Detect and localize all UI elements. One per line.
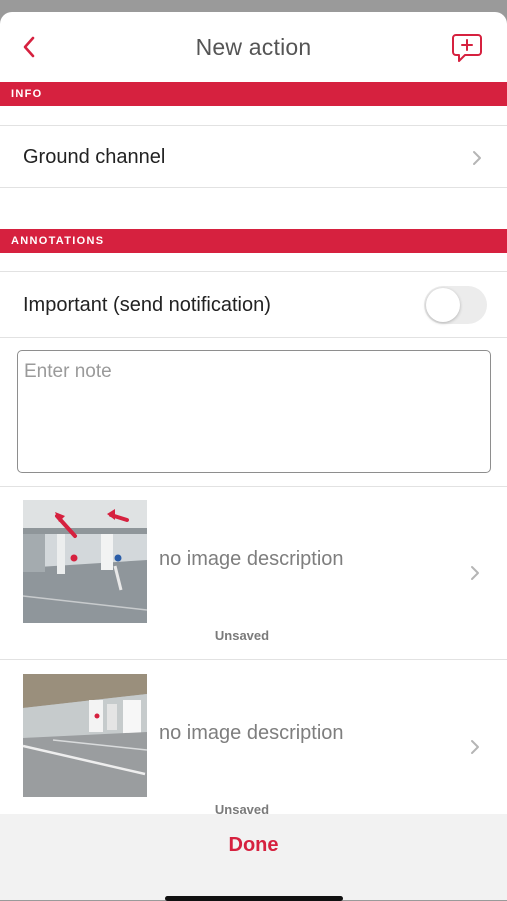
attachment-item[interactable]: no image description Unsaved bbox=[0, 660, 507, 832]
important-toggle[interactable] bbox=[424, 286, 487, 324]
parking-garage-photo bbox=[23, 500, 147, 623]
attachment-item[interactable]: no image description Unsaved bbox=[0, 486, 507, 658]
footer-bar: Done bbox=[0, 814, 507, 901]
annotations-section-header: ANNOTATIONS bbox=[0, 229, 507, 253]
attachment-status: Unsaved bbox=[214, 628, 270, 643]
ground-channel-label: Ground channel bbox=[23, 146, 166, 168]
chevron-right-icon bbox=[471, 740, 479, 754]
chevron-right-icon bbox=[473, 151, 481, 165]
attachment-thumbnail[interactable] bbox=[23, 500, 147, 623]
add-comment-button[interactable] bbox=[448, 30, 486, 66]
important-label: Important (send notification) bbox=[23, 294, 271, 316]
toggle-knob bbox=[426, 288, 460, 322]
done-button[interactable]: Done bbox=[0, 834, 507, 857]
page-title: New action bbox=[195, 34, 312, 60]
attachment-description: no image description bbox=[159, 722, 344, 744]
add-comment-icon bbox=[452, 34, 482, 62]
navigation-bar: New action bbox=[0, 12, 507, 82]
new-action-screen: New action INFO Ground channel ANNOTATIO… bbox=[0, 12, 507, 900]
attachment-description: no image description bbox=[159, 548, 344, 570]
note-input[interactable] bbox=[17, 350, 491, 473]
home-indicator bbox=[165, 896, 343, 901]
parking-garage-photo bbox=[23, 674, 147, 797]
info-section-header: INFO bbox=[0, 82, 507, 106]
ground-channel-row[interactable]: Ground channel bbox=[0, 126, 507, 188]
attachment-thumbnail[interactable] bbox=[23, 674, 147, 797]
chevron-right-icon bbox=[471, 566, 479, 580]
divider bbox=[0, 187, 507, 188]
divider bbox=[0, 337, 507, 338]
